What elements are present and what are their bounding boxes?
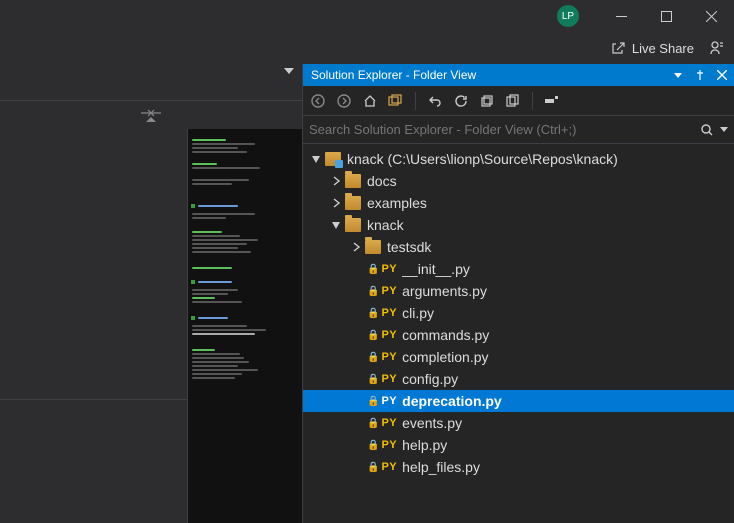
- feedback-icon[interactable]: [708, 39, 726, 57]
- refresh-icon[interactable]: [452, 92, 470, 110]
- editor-pane: [0, 64, 302, 523]
- tree-item-label: docs: [367, 173, 397, 189]
- lock-icon: 🔒: [367, 462, 379, 473]
- search-icon[interactable]: [700, 123, 728, 137]
- undo-icon[interactable]: [426, 92, 444, 110]
- tree-file-item[interactable]: 🔒PY cli.py: [303, 302, 734, 324]
- python-file-icon: PY: [381, 461, 397, 473]
- python-file-icon: PY: [381, 439, 397, 451]
- tree-item-label: __init__.py: [402, 261, 470, 277]
- tree-folder-testsdk[interactable]: testsdk: [303, 236, 734, 258]
- python-file-icon: PY: [381, 329, 397, 341]
- solution-explorer-panel: Solution Explorer - Folder View: [302, 64, 734, 523]
- tree-item-label: testsdk: [387, 239, 431, 255]
- code-minimap[interactable]: [187, 129, 302, 523]
- solution-folder-icon: [325, 152, 341, 166]
- panel-toolbar: [303, 86, 734, 116]
- panel-title: Solution Explorer - Folder View: [311, 68, 476, 82]
- live-share-button[interactable]: Live Share: [610, 40, 694, 56]
- expander-open-icon[interactable]: [329, 218, 343, 232]
- nav-forward-icon[interactable]: [335, 92, 353, 110]
- folder-icon: [365, 240, 381, 254]
- window-maximize-button[interactable]: [644, 0, 689, 32]
- tree-item-label: cli.py: [402, 305, 434, 321]
- python-file-icon: PY: [381, 263, 397, 275]
- python-file-icon: PY: [381, 307, 397, 319]
- tree-file-item[interactable]: 🔒PY help_files.py: [303, 456, 734, 478]
- tree-file-item[interactable]: 🔒PY help.py: [303, 434, 734, 456]
- tree-file-item[interactable]: 🔒PY deprecation.py: [303, 390, 734, 412]
- tree-item-label: completion.py: [402, 349, 488, 365]
- panel-search-row: [303, 116, 734, 144]
- editor-dropdown-button[interactable]: [284, 68, 294, 74]
- lock-icon: 🔒: [367, 286, 379, 297]
- lock-icon: 🔒: [367, 396, 379, 407]
- properties-icon[interactable]: [543, 92, 561, 110]
- editor-splitter[interactable]: [0, 101, 302, 129]
- tree-root-item[interactable]: knack (C:\Users\lionp\Source\Repos\knack…: [303, 148, 734, 170]
- python-file-icon: PY: [381, 351, 397, 363]
- tree-folder-knack[interactable]: knack: [303, 214, 734, 236]
- window-titlebar: LP: [0, 0, 734, 32]
- python-file-icon: PY: [381, 395, 397, 407]
- expander-closed-icon[interactable]: [329, 174, 343, 188]
- tree-file-item[interactable]: 🔒PY events.py: [303, 412, 734, 434]
- home-icon[interactable]: [361, 92, 379, 110]
- window-close-button[interactable]: [689, 0, 734, 32]
- expander-closed-icon[interactable]: [349, 240, 363, 254]
- expander-open-icon[interactable]: [309, 152, 323, 166]
- lock-icon: 🔒: [367, 264, 379, 275]
- lock-icon: 🔒: [367, 352, 379, 363]
- python-file-icon: PY: [381, 373, 397, 385]
- tree-item-label: arguments.py: [402, 283, 487, 299]
- expander-closed-icon[interactable]: [329, 196, 343, 210]
- nav-back-icon[interactable]: [309, 92, 327, 110]
- python-file-icon: PY: [381, 285, 397, 297]
- tree-item-label: commands.py: [402, 327, 489, 343]
- folder-icon: [345, 174, 361, 188]
- upper-toolbar: Live Share: [0, 32, 734, 64]
- tree-folder-examples[interactable]: examples: [303, 192, 734, 214]
- tree-file-item[interactable]: 🔒PY config.py: [303, 368, 734, 390]
- lock-icon: 🔒: [367, 440, 379, 451]
- solution-tree[interactable]: knack (C:\Users\lionp\Source\Repos\knack…: [303, 144, 734, 523]
- editor-blank-area: [0, 399, 187, 523]
- panel-close-icon[interactable]: [714, 70, 730, 80]
- lock-icon: 🔒: [367, 330, 379, 341]
- panel-pin-icon[interactable]: [692, 69, 708, 81]
- tree-item-label: examples: [367, 195, 427, 211]
- tree-item-label: help.py: [402, 437, 447, 453]
- tree-file-item[interactable]: 🔒PY arguments.py: [303, 280, 734, 302]
- panel-titlebar[interactable]: Solution Explorer - Folder View: [303, 64, 734, 86]
- collapse-all-icon[interactable]: [478, 92, 496, 110]
- lock-icon: 🔒: [367, 418, 379, 429]
- show-all-files-icon[interactable]: [504, 92, 522, 110]
- tree-file-item[interactable]: 🔒PY __init__.py: [303, 258, 734, 280]
- lock-icon: 🔒: [367, 308, 379, 319]
- search-input[interactable]: [309, 122, 700, 137]
- user-avatar[interactable]: LP: [557, 5, 579, 27]
- lock-icon: 🔒: [367, 374, 379, 385]
- tree-file-item[interactable]: 🔒PY completion.py: [303, 346, 734, 368]
- live-share-label: Live Share: [632, 41, 694, 56]
- tree-item-label: knack: [367, 217, 404, 233]
- tree-item-label: events.py: [402, 415, 462, 431]
- python-file-icon: PY: [381, 417, 397, 429]
- tree-item-label: config.py: [402, 371, 458, 387]
- tree-file-item[interactable]: 🔒PY commands.py: [303, 324, 734, 346]
- tree-item-label: help_files.py: [402, 459, 480, 475]
- folder-icon: [345, 218, 361, 232]
- folder-icon: [345, 196, 361, 210]
- switch-views-icon[interactable]: [387, 92, 405, 110]
- panel-dropdown-icon[interactable]: [670, 73, 686, 78]
- tree-root-label: knack (C:\Users\lionp\Source\Repos\knack…: [347, 151, 618, 167]
- tree-folder-docs[interactable]: docs: [303, 170, 734, 192]
- window-minimize-button[interactable]: [599, 0, 644, 32]
- splitter-grip-icon: [141, 109, 161, 117]
- tree-item-label: deprecation.py: [402, 393, 502, 409]
